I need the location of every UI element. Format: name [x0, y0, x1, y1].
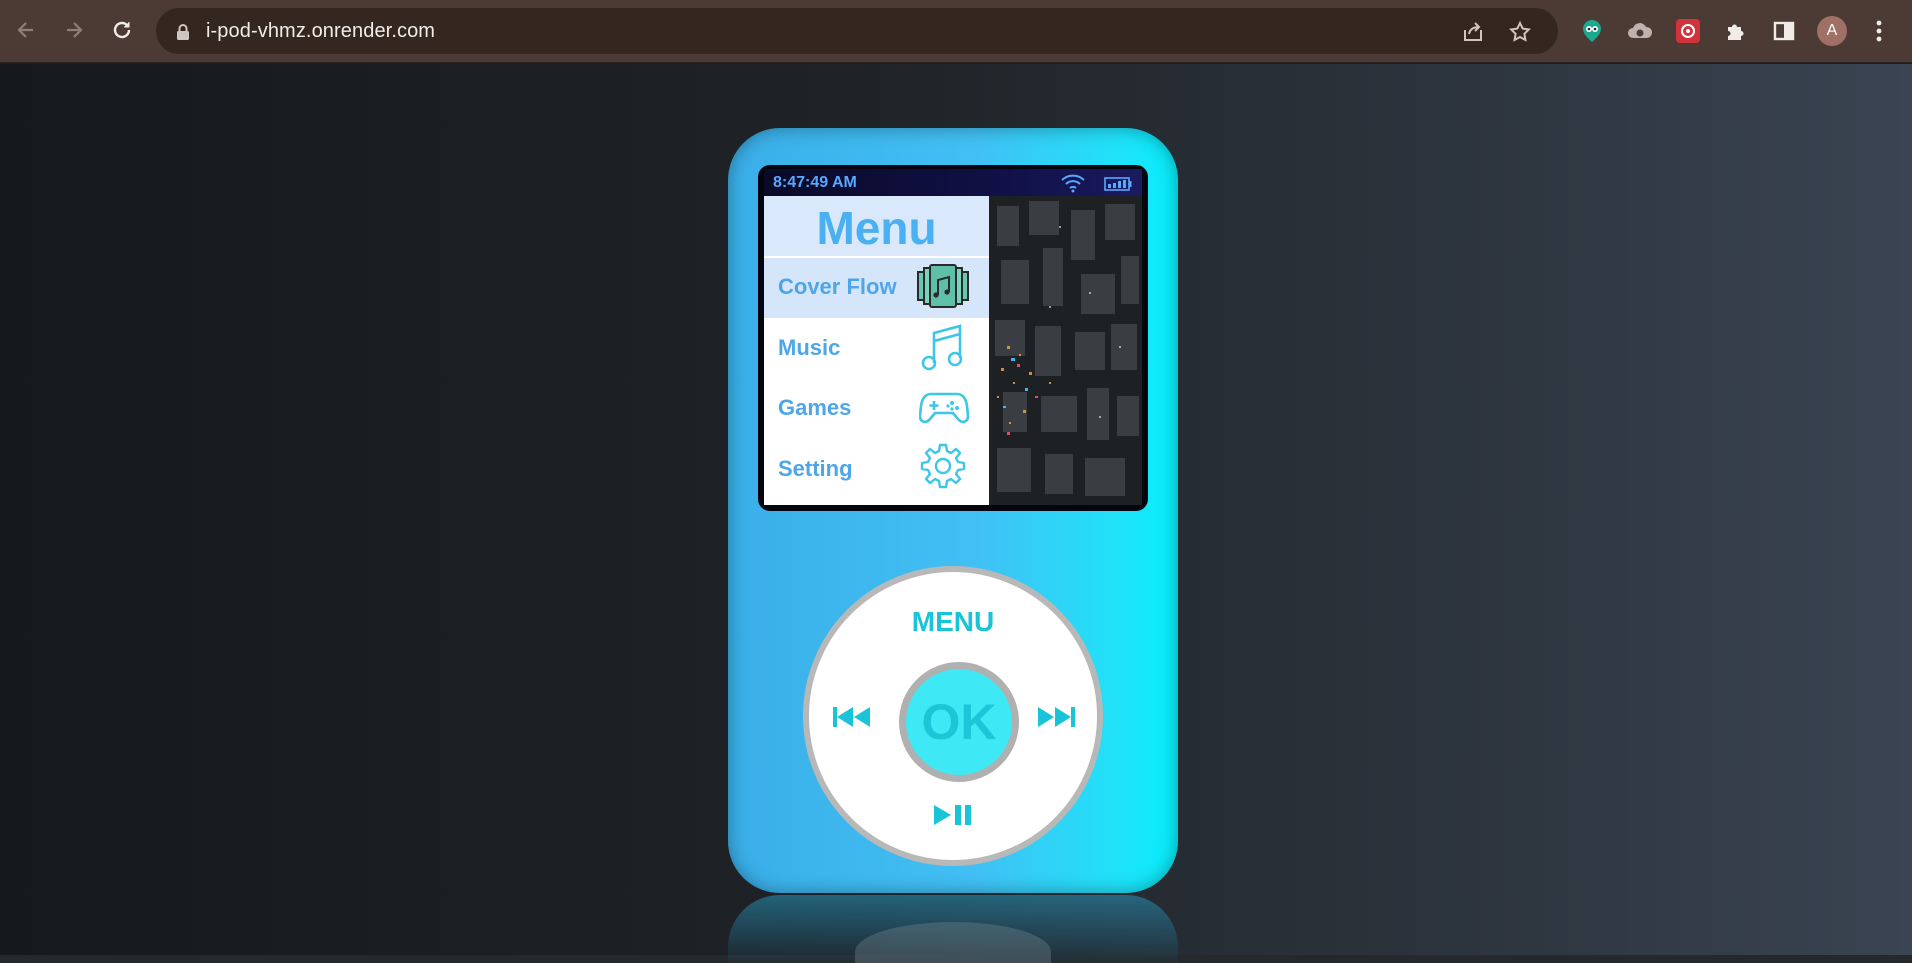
reload-button[interactable]: [107, 15, 137, 45]
menu-title: Menu: [764, 196, 989, 256]
menu-item-label: Setting: [778, 456, 853, 481]
lock-icon[interactable]: [170, 19, 196, 45]
puzzle-icon[interactable]: [1721, 16, 1751, 46]
click-wheel[interactable]: MENU OK: [803, 566, 1103, 866]
extension-red-icon[interactable]: [1673, 16, 1703, 46]
share-icon[interactable]: [1460, 19, 1486, 45]
back-button[interactable]: [11, 15, 41, 45]
menu-panel: Menu Cover Flow Music Games Setting: [764, 196, 989, 505]
side-panel-icon[interactable]: [1769, 16, 1799, 46]
gamepad-icon: [919, 392, 969, 424]
menu-item-cover-flow[interactable]: Cover Flow: [764, 258, 989, 318]
gear-icon: [920, 443, 966, 489]
city-night-wallpaper: [989, 196, 1142, 505]
rewind-icon: [833, 707, 870, 727]
rewind-button[interactable]: [829, 702, 875, 732]
forward-button[interactable]: [59, 15, 89, 45]
browser-toolbar: i-pod-vhmz.onrender.com A: [0, 0, 1912, 63]
menu-item-music[interactable]: Music: [764, 318, 989, 378]
wifi-icon: [1061, 174, 1085, 193]
play-pause-button[interactable]: [929, 800, 977, 830]
profile-avatar[interactable]: A: [1817, 16, 1847, 46]
menu-item-label: Music: [778, 335, 841, 360]
reload-icon: [113, 21, 131, 39]
wallpaper-image: [989, 196, 1142, 505]
ipod-screen: 8:47:49 AM Menu Cover Flow Music Games S…: [758, 165, 1148, 511]
menu-item-games[interactable]: Games: [764, 378, 989, 438]
cover-flow-icon: [917, 264, 969, 308]
music-note-icon: [921, 324, 963, 371]
menu-item-setting[interactable]: Setting: [764, 438, 989, 505]
status-bar: 8:47:49 AM: [764, 169, 1142, 196]
extension-eye-icon[interactable]: [1577, 16, 1607, 46]
wheel-menu-button[interactable]: MENU: [809, 606, 1097, 638]
bookmark-star-icon[interactable]: [1507, 19, 1533, 45]
menu-item-label: Cover Flow: [778, 274, 897, 299]
clock: 8:47:49 AM: [773, 174, 857, 191]
extension-cloud-icon[interactable]: [1625, 16, 1655, 46]
fast-forward-icon: [1038, 707, 1075, 727]
play-pause-icon: [934, 805, 971, 825]
back-arrow-icon: [17, 22, 33, 38]
address-bar[interactable]: i-pod-vhmz.onrender.com: [156, 8, 1558, 54]
more-vertical-icon[interactable]: [1864, 16, 1894, 46]
url-text[interactable]: i-pod-vhmz.onrender.com: [206, 20, 435, 43]
fast-forward-button[interactable]: [1033, 702, 1079, 732]
menu-item-label: Games: [778, 395, 852, 420]
ok-button[interactable]: OK: [899, 662, 1019, 782]
forward-arrow-icon: [67, 22, 83, 38]
battery-icon: [1104, 177, 1132, 191]
